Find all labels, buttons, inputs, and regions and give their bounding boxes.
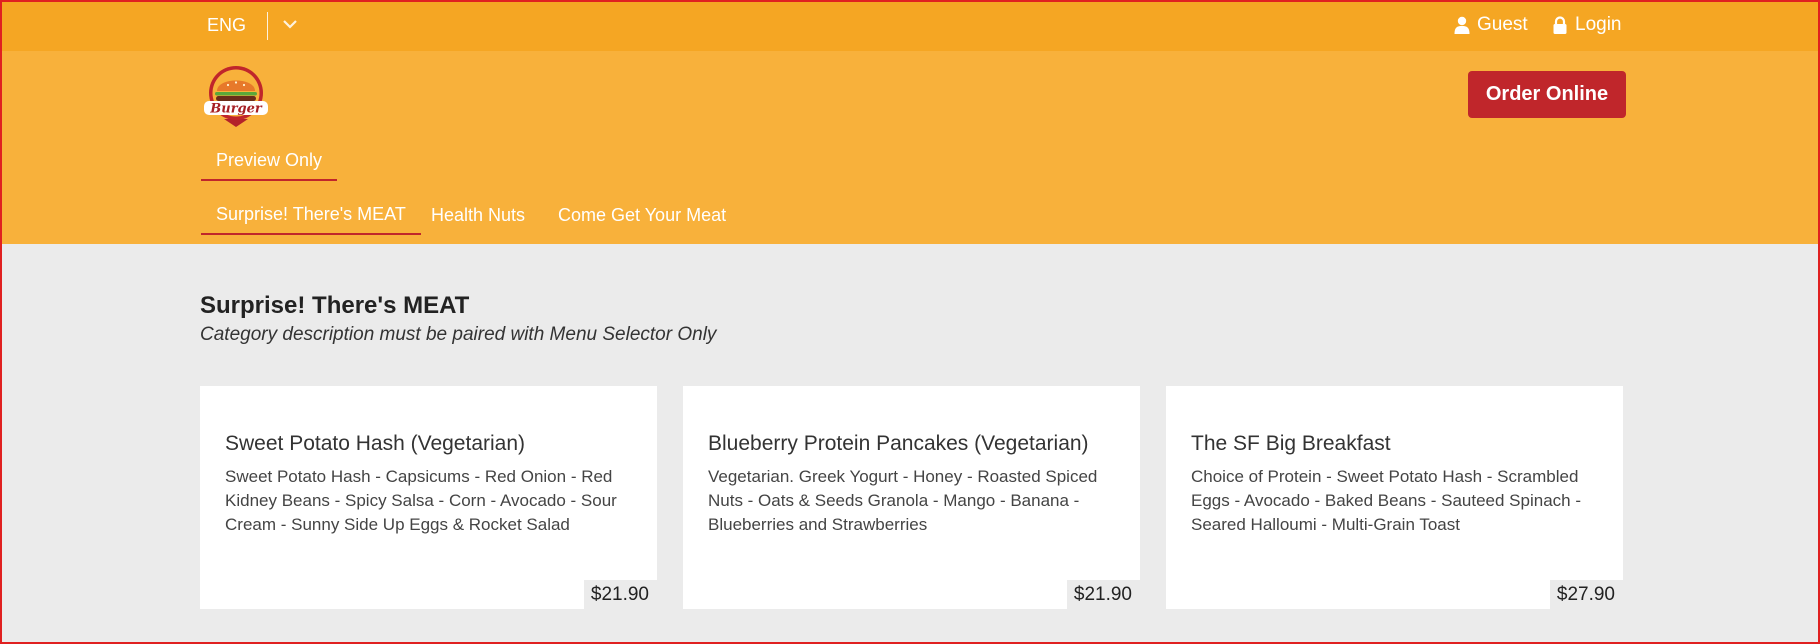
user-icon: [1454, 16, 1470, 34]
tab-come-get-your-meat[interactable]: Come Get Your Meat: [558, 205, 726, 226]
tab-surprise-theres-meat[interactable]: Surprise! There's MEAT: [201, 204, 421, 235]
chevron-down-icon[interactable]: [282, 18, 298, 30]
guest-label: Guest: [1477, 14, 1528, 35]
language-selector[interactable]: ENG: [207, 15, 246, 36]
logo-text: Burger: [209, 102, 263, 117]
item-description: Vegetarian. Greek Yogurt - Honey - Roast…: [708, 467, 1098, 534]
tab-preview-only[interactable]: Preview Only: [201, 150, 338, 181]
tab-health-nuts[interactable]: Health Nuts: [431, 205, 525, 226]
menu-item-card[interactable]: Sweet Potato Hash (Vegetarian) Sweet Pot…: [200, 386, 657, 609]
login-label: Login: [1575, 14, 1622, 35]
item-description: Choice of Protein - Sweet Potato Hash - …: [1191, 467, 1581, 534]
login-link[interactable]: Login: [1552, 14, 1622, 36]
category-description: Category description must be paired with…: [200, 324, 717, 345]
burger-logo[interactable]: Burger: [200, 63, 272, 127]
item-description: Sweet Potato Hash - Capsicums - Red Onio…: [225, 467, 617, 534]
category-title: Surprise! There's MEAT: [200, 292, 470, 319]
item-name: Blueberry Protein Pancakes (Vegetarian): [708, 432, 1089, 455]
item-price: $21.90: [583, 580, 657, 609]
order-online-button[interactable]: Order Online: [1468, 71, 1626, 118]
menu-item-card[interactable]: The SF Big Breakfast Choice of Protein -…: [1166, 386, 1623, 609]
item-name: Sweet Potato Hash (Vegetarian): [225, 432, 526, 455]
language-divider: [267, 12, 268, 40]
top-bar: ENG Guest Login: [0, 0, 1820, 51]
item-price: $27.90: [1549, 580, 1623, 609]
menu-item-card[interactable]: Blueberry Protein Pancakes (Vegetarian) …: [683, 386, 1140, 609]
item-name: The SF Big Breakfast: [1191, 432, 1391, 455]
lock-icon: [1553, 16, 1567, 34]
item-price: $21.90: [1066, 580, 1140, 609]
guest-account[interactable]: Guest: [1454, 14, 1528, 36]
